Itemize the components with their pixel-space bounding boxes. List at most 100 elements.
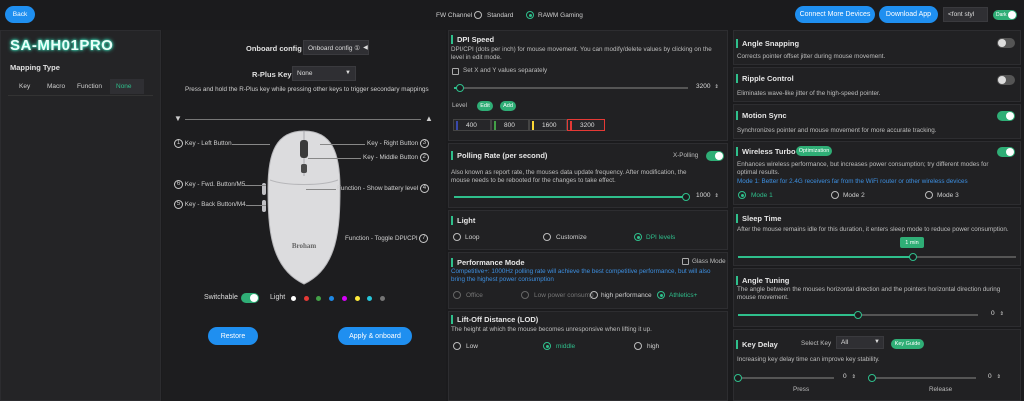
light-dpi-levels-label: DPI levels <box>646 234 676 241</box>
light-title: Light <box>451 216 475 225</box>
angle-tuning-slider[interactable] <box>738 311 978 319</box>
back-button[interactable]: Back <box>5 6 35 23</box>
perf-high-label: high performance <box>601 292 652 299</box>
perf-athletics-radio[interactable] <box>657 291 665 299</box>
dpi-level-color <box>456 120 458 130</box>
glass-mode-label: Glass Mode <box>692 258 726 265</box>
light-color-dot[interactable] <box>303 296 309 301</box>
set-xy-checkbox[interactable] <box>452 68 459 75</box>
dpi-level-value: 800 <box>504 121 515 129</box>
lod-low-radio[interactable] <box>453 342 461 350</box>
wireless-turbo-toggle[interactable] <box>997 147 1015 157</box>
callout-middle-button[interactable]: Key - Middle Button 2 <box>363 153 429 162</box>
onboard-config-value: Onboard config ① <box>308 44 361 52</box>
dpi-add-button[interactable]: Add <box>500 101 516 111</box>
press-delay-slider[interactable] <box>734 374 834 382</box>
mapping-tab-function[interactable]: Function <box>77 83 102 90</box>
restore-button[interactable]: Restore <box>208 327 258 345</box>
polling-value[interactable]: 1000 ⇕ <box>696 192 719 199</box>
callout-left-button[interactable]: 1 Key - Left Button <box>174 139 232 148</box>
lod-middle-radio[interactable] <box>543 342 551 350</box>
callout-text: Key - Fwd. Button/M5 <box>184 181 246 189</box>
dpi-level-item[interactable]: 3200 <box>567 119 605 131</box>
download-app-button[interactable]: Download App <box>879 6 938 23</box>
perf-high-radio[interactable] <box>590 291 598 299</box>
rplus-hint: Press and hold the R-Plus key while pres… <box>185 86 429 93</box>
dpi-edit-button[interactable]: Edit <box>477 101 493 111</box>
release-delay-slider[interactable] <box>868 374 976 382</box>
mapping-tabs-divider <box>8 95 153 96</box>
rplus-key-label: R-Plus Key <box>252 70 292 79</box>
theme-toggle[interactable]: Dark <box>993 10 1017 20</box>
sleep-slider[interactable] <box>738 253 1016 261</box>
light-loop-radio[interactable] <box>453 233 461 241</box>
release-delay-value[interactable]: 0 ⇕ <box>988 373 1001 380</box>
mapping-type-label: Mapping Type <box>10 63 60 72</box>
dpi-desc: DPI/CPI (dots per inch) for mouse moveme… <box>451 46 712 61</box>
light-color-dot[interactable] <box>354 296 360 301</box>
fw-rawm-gaming-radio[interactable] <box>526 11 534 19</box>
font-style-select[interactable]: <font styl <box>943 7 988 22</box>
turbo-mode2-radio[interactable] <box>831 191 839 199</box>
fw-channel-label: FW Channel <box>436 12 473 19</box>
perf-low-power-label: Low power consump… <box>534 292 594 299</box>
light-color-dot[interactable] <box>379 296 385 301</box>
callout-fwd-button[interactable]: 6 Key - Fwd. Button/M5 <box>174 180 245 189</box>
callout-text: Key - Middle Button <box>363 154 418 162</box>
perf-low-power-radio[interactable] <box>521 291 529 299</box>
callout-right-button[interactable]: Key - Right Button 3 <box>367 139 429 148</box>
turbo-mode3-radio[interactable] <box>925 191 933 199</box>
press-label: Press <box>793 386 810 393</box>
onboard-config-label: Onboard config <box>246 44 302 53</box>
callout-back-button[interactable]: 5 Key - Back Button/M4 <box>174 200 246 209</box>
ripple-toggle[interactable] <box>997 75 1015 85</box>
angle-tuning-value[interactable]: 0 ⇕ <box>991 310 1004 317</box>
callout-num: 7 <box>419 234 429 243</box>
dpi-level-item[interactable]: 1600 <box>529 119 567 131</box>
glass-mode-checkbox[interactable] <box>682 258 689 265</box>
mapping-tab-macro[interactable]: Macro <box>47 83 65 90</box>
angle-snapping-toggle[interactable] <box>997 38 1015 48</box>
rplus-key-value: None <box>297 70 313 77</box>
polling-desc: Also known as report rate, the mouses da… <box>451 169 687 184</box>
onboard-config-select[interactable]: Onboard config ① ◀ <box>303 40 369 55</box>
switchable-toggle[interactable] <box>241 293 259 303</box>
sleep-desc: After the mouse remains idle for this du… <box>737 226 1009 233</box>
mouse-brand-text: Broham <box>292 242 317 250</box>
connect-more-devices-button[interactable]: Connect More Devices <box>795 6 875 23</box>
ripple-title: Ripple Control <box>736 74 794 83</box>
dpi-level-item[interactable]: 400 <box>453 119 491 131</box>
xpolling-toggle[interactable] <box>706 151 724 161</box>
light-color-dot[interactable] <box>291 296 296 301</box>
callout-battery[interactable]: Function - Show battery level 4 <box>337 184 429 193</box>
triangle-right-icon: ▲ <box>425 114 433 123</box>
lod-high-radio[interactable] <box>634 342 642 350</box>
callout-num: 2 <box>419 153 429 162</box>
perf-office-radio[interactable] <box>453 291 461 299</box>
apply-onboard-button[interactable]: Apply & onboard <box>338 327 412 345</box>
light-customize-radio[interactable] <box>543 233 551 241</box>
turbo-mode1-radio[interactable] <box>738 191 746 199</box>
stepper-icon: ⇕ <box>999 310 1004 317</box>
dpi-value[interactable]: 3200 ⇕ <box>696 83 719 90</box>
key-guide-button[interactable]: Key Guide <box>891 339 924 349</box>
motion-sync-toggle[interactable] <box>997 111 1015 121</box>
sleep-value-tooltip: 1 min <box>900 237 924 248</box>
optimization-button[interactable]: Optimization <box>796 146 832 156</box>
light-color-dot[interactable] <box>341 296 347 301</box>
light-dpi-levels-radio[interactable] <box>634 233 642 241</box>
dpi-level-item[interactable]: 800 <box>491 119 529 131</box>
select-key-dropdown[interactable]: All ▼ <box>836 336 884 349</box>
fw-rawm-gaming-label: RAWM Gaming <box>538 12 583 19</box>
polling-slider[interactable] <box>454 193 690 201</box>
key-delay-desc: Increasing key delay time can improve ke… <box>737 356 880 363</box>
dpi-level-value: 3200 <box>580 121 595 129</box>
mapping-tab-key[interactable]: Key <box>19 83 30 90</box>
callout-toggle-dpi[interactable]: Function - Toggle DPI/CPI 7 <box>345 234 429 243</box>
mapping-tab-none[interactable]: None <box>110 79 144 94</box>
fw-standard-radio[interactable] <box>474 11 482 19</box>
rplus-key-select[interactable]: None ▼ <box>292 66 356 81</box>
dpi-slider[interactable] <box>454 84 688 92</box>
press-delay-value[interactable]: 0 ⇕ <box>843 373 856 380</box>
lod-desc: The height at which the mouse becomes un… <box>451 326 652 333</box>
